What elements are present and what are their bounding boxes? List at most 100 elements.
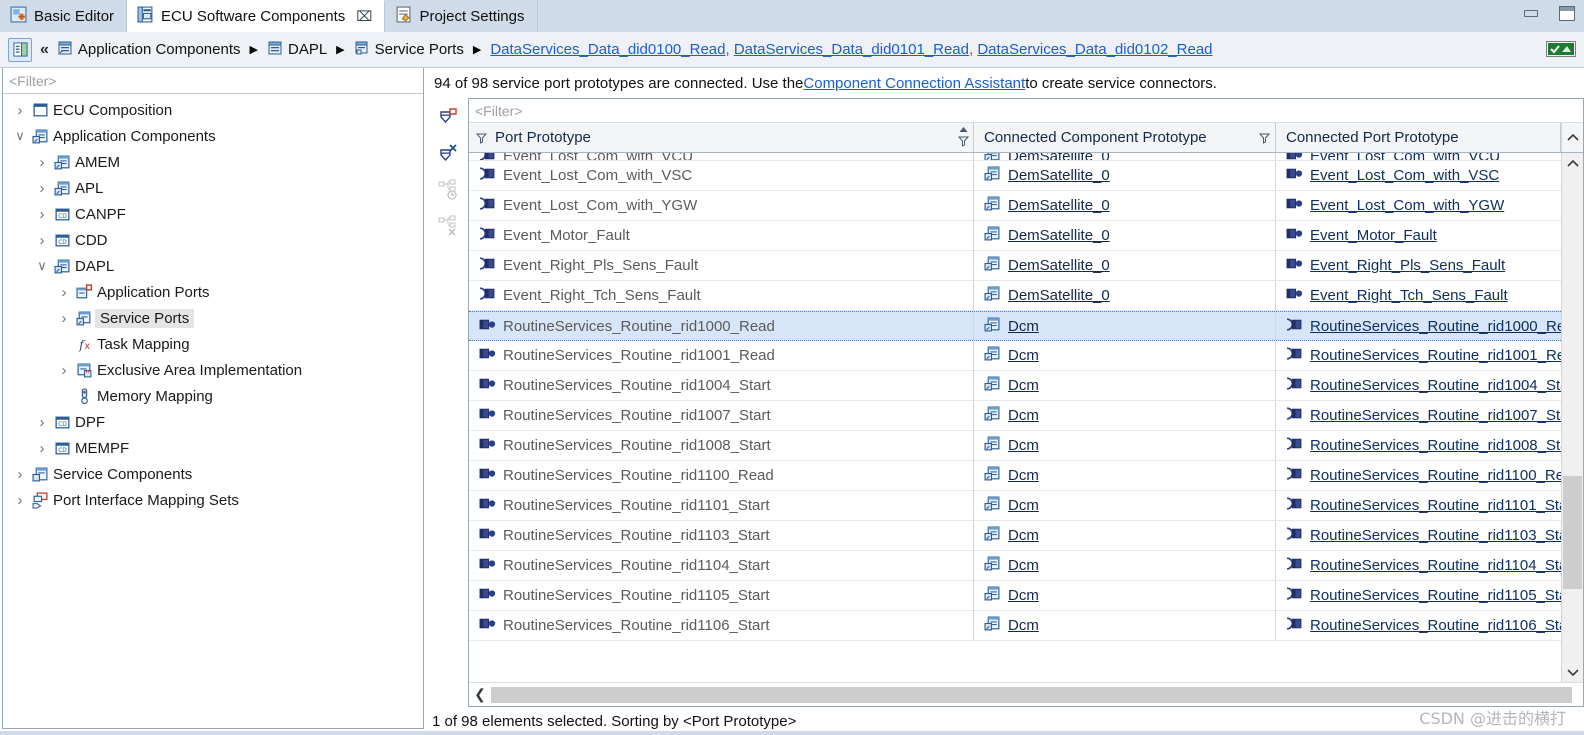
scroll-up-header-arrow[interactable] xyxy=(1561,123,1583,152)
chevron-right-icon[interactable]: › xyxy=(33,154,51,171)
scrollbar-thumb[interactable] xyxy=(1563,476,1582,589)
chevron-right-icon[interactable]: › xyxy=(33,180,51,197)
chevron-right-icon[interactable]: › xyxy=(33,440,51,457)
connected-component-link[interactable]: DemSatellite_0 xyxy=(1008,167,1110,184)
table-row[interactable]: RoutineServices_Routine_rid1103_Start Dcm… xyxy=(469,521,1561,551)
table-row[interactable]: RoutineServices_Routine_rid1104_Start Dcm… xyxy=(469,551,1561,581)
connected-component-link[interactable]: Dcm xyxy=(1008,557,1039,574)
tree-item-ecu-composition[interactable]: › ECU Composition xyxy=(3,97,423,123)
connected-port-link[interactable]: RoutineServices_Routine_rid1008_Start xyxy=(1310,437,1561,454)
perspective-icon[interactable] xyxy=(8,37,32,62)
delete-service-port-button[interactable] xyxy=(435,142,461,166)
tree-item-mempf[interactable]: › CD MEMPF xyxy=(3,435,423,461)
column-header-port-prototype[interactable]: Port Prototype xyxy=(469,123,974,152)
horizontal-scrollbar[interactable]: ❮ xyxy=(469,682,1583,706)
sort-ascending-icon[interactable] xyxy=(957,126,970,152)
connected-component-link[interactable]: Dcm xyxy=(1008,497,1039,514)
column-header-connected-component-prototype[interactable]: Connected Component Prototype xyxy=(974,123,1276,152)
table-row[interactable]: RoutineServices_Routine_rid1000_Read Dcm R… xyxy=(469,311,1561,341)
chevron-right-icon[interactable]: › xyxy=(11,492,29,509)
vertical-scrollbar[interactable] xyxy=(1561,153,1583,682)
connected-port-link[interactable]: RoutineServices_Routine_rid1007_Start xyxy=(1310,407,1561,424)
table-row[interactable]: RoutineServices_Routine_rid1007_Start Dcm… xyxy=(469,401,1561,431)
tree-item-dpf[interactable]: › CD DPF xyxy=(3,409,423,435)
breadcrumb-link-did0101[interactable]: DataServices_Data_did0101_Read xyxy=(734,41,969,58)
connected-component-link[interactable]: Dcm xyxy=(1008,587,1039,604)
connected-component-link[interactable]: Dcm xyxy=(1008,347,1039,364)
chevron-right-icon[interactable]: › xyxy=(11,102,29,119)
connected-component-link[interactable]: Dcm xyxy=(1008,437,1039,454)
tab-ecu-software-components[interactable]: ECU Software Components ⌧ xyxy=(127,0,386,32)
connected-port-link[interactable]: RoutineServices_Routine_rid1000_Read xyxy=(1310,318,1561,335)
connected-component-link[interactable]: DemSatellite_0 xyxy=(1008,257,1110,274)
funnel-icon[interactable] xyxy=(473,132,489,144)
minimize-button[interactable] xyxy=(1520,4,1542,22)
tree-item-task-mapping[interactable]: f x Task Mapping xyxy=(3,331,423,357)
table-row[interactable]: RoutineServices_Routine_rid1004_Start Dcm… xyxy=(469,371,1561,401)
connected-component-link[interactable]: Dcm xyxy=(1008,617,1039,634)
chevron-down-icon[interactable]: ∨ xyxy=(33,258,51,274)
connected-component-link[interactable]: DemSatellite_0 xyxy=(1008,197,1110,214)
close-icon[interactable]: ⌧ xyxy=(356,8,372,25)
breadcrumb-item-application-components[interactable]: Application Components xyxy=(57,40,241,60)
add-service-port-button[interactable] xyxy=(435,106,461,130)
connected-port-link[interactable]: Event_Right_Pls_Sens_Fault xyxy=(1310,257,1505,274)
connected-port-link[interactable]: Event_Lost_Com_with_VCU xyxy=(1310,153,1500,160)
connected-component-link[interactable]: Dcm xyxy=(1008,407,1039,424)
column-header-connected-port-prototype[interactable]: Connected Port Prototype xyxy=(1276,123,1561,152)
tree-item-service-ports[interactable]: › Service Ports xyxy=(3,305,423,331)
tree-item-port-interface-mapping-sets[interactable]: › Port Interface Mapping Sets xyxy=(3,487,423,513)
table-row[interactable]: RoutineServices_Routine_rid1105_Start Dcm… xyxy=(469,581,1561,611)
table-row[interactable]: RoutineServices_Routine_rid1106_Start Dcm… xyxy=(469,611,1561,641)
tree-item-cdd[interactable]: › CD CDD xyxy=(3,227,423,253)
connected-port-link[interactable]: RoutineServices_Routine_rid1100_Read xyxy=(1310,467,1561,484)
connected-component-link[interactable]: Dcm xyxy=(1008,318,1039,335)
scroll-left-button[interactable]: ❮ xyxy=(469,686,491,703)
breadcrumb-item-service-ports[interactable]: Service Ports xyxy=(354,40,464,60)
chevron-right-icon[interactable]: › xyxy=(55,284,73,301)
collapse-breadcrumb-icon[interactable]: « xyxy=(38,41,51,59)
table-row[interactable]: Event_Lost_Com_with_VSC DemSatellite_0 Eve… xyxy=(469,161,1561,191)
table-row[interactable]: RoutineServices_Routine_rid1008_Start Dcm… xyxy=(469,431,1561,461)
table-filter-input[interactable]: <Filter> xyxy=(469,99,1583,123)
validation-ok-icon[interactable] xyxy=(1546,41,1576,57)
connected-component-link[interactable]: Dcm xyxy=(1008,377,1039,394)
tree-item-application-components[interactable]: ∨ Application Components xyxy=(3,123,423,149)
chevron-right-icon[interactable]: › xyxy=(11,466,29,483)
show-connectors-button[interactable] xyxy=(435,178,461,202)
tab-basic-editor[interactable]: Basic Editor xyxy=(0,0,128,32)
connected-port-link[interactable]: RoutineServices_Routine_rid1106_Start xyxy=(1310,617,1561,634)
model-tree[interactable]: › ECU Composition ∨ Application Components ›… xyxy=(3,94,423,728)
connected-component-link[interactable]: DemSatellite_0 xyxy=(1008,153,1110,160)
chevron-right-icon[interactable]: › xyxy=(55,362,73,379)
connected-component-link[interactable]: DemSatellite_0 xyxy=(1008,227,1110,244)
breadcrumb-item-dapl[interactable]: DAPL xyxy=(267,40,327,60)
funnel-icon[interactable] xyxy=(1258,131,1271,148)
connected-port-link[interactable]: RoutineServices_Routine_rid1101_Start xyxy=(1310,497,1561,514)
chevron-right-icon[interactable]: › xyxy=(33,414,51,431)
connected-port-link[interactable]: RoutineServices_Routine_rid1105_Start xyxy=(1310,587,1561,604)
table-row[interactable]: Event_Lost_Com_with_YGW DemSatellite_0 Eve… xyxy=(469,191,1561,221)
component-connection-assistant-link[interactable]: Component Connection Assistant xyxy=(803,75,1025,92)
table-row[interactable]: RoutineServices_Routine_rid1101_Start Dcm… xyxy=(469,491,1561,521)
connected-port-link[interactable]: RoutineServices_Routine_rid1001_Read xyxy=(1310,347,1561,364)
connected-port-link[interactable]: Event_Motor_Fault xyxy=(1310,227,1437,244)
tree-item-exclusive-area-implementation[interactable]: › Exclusive Area Implementation xyxy=(3,357,423,383)
table-row[interactable]: RoutineServices_Routine_rid1001_Read Dcm R… xyxy=(469,341,1561,371)
chevron-right-icon[interactable]: › xyxy=(55,310,73,327)
breadcrumb-link-did0102[interactable]: DataServices_Data_did0102_Read xyxy=(977,41,1212,58)
table-row[interactable]: RoutineServices_Routine_rid1100_Read Dcm R… xyxy=(469,461,1561,491)
tree-item-apl[interactable]: › APL xyxy=(3,175,423,201)
connected-port-link[interactable]: RoutineServices_Routine_rid1103_Start xyxy=(1310,527,1561,544)
connected-component-link[interactable]: DemSatellite_0 xyxy=(1008,287,1110,304)
hscrollbar-thumb[interactable] xyxy=(491,686,1572,703)
scroll-down-button[interactable] xyxy=(1566,662,1579,682)
chevron-right-icon[interactable]: › xyxy=(33,232,51,249)
connected-port-link[interactable]: Event_Lost_Com_with_VSC xyxy=(1310,167,1499,184)
tree-item-application-ports[interactable]: › Application Ports xyxy=(3,279,423,305)
tree-item-memory-mapping[interactable]: Memory Mapping xyxy=(3,383,423,409)
connected-port-link[interactable]: Event_Lost_Com_with_YGW xyxy=(1310,197,1504,214)
chevron-down-icon[interactable]: ∨ xyxy=(11,128,29,144)
tree-item-canpf[interactable]: › CD CANPF xyxy=(3,201,423,227)
delete-connectors-button[interactable] xyxy=(435,214,461,238)
